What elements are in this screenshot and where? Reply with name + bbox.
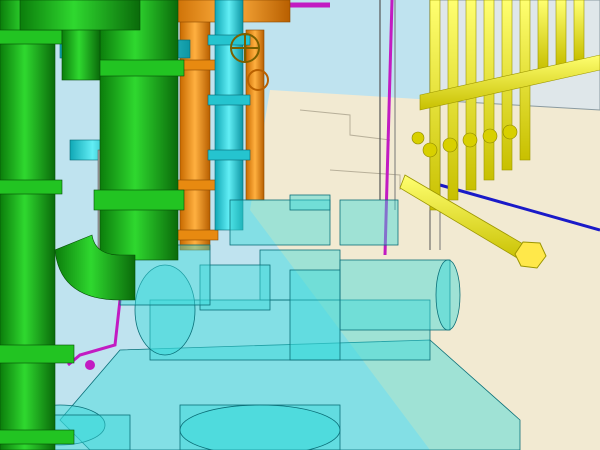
piping-model-render xyxy=(0,0,600,450)
cad-3d-viewport[interactable] xyxy=(0,0,600,450)
valve-handwheels xyxy=(230,33,260,63)
